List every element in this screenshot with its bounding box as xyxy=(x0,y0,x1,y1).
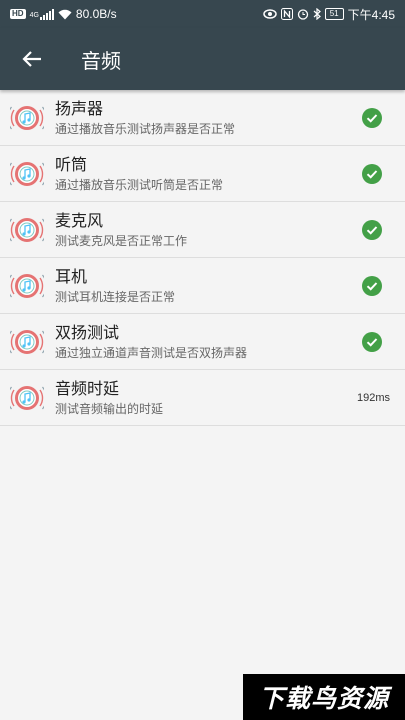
list-item[interactable]: 听筒通过播放音乐测试听筒是否正常 xyxy=(0,146,405,202)
speaker-music-icon xyxy=(7,269,47,303)
network-speed: 80.0B/s xyxy=(75,7,117,21)
list-item[interactable]: 麦克风测试麦克风是否正常工作 xyxy=(0,202,405,258)
eye-icon xyxy=(262,9,277,19)
clock: 下午4:45 xyxy=(347,7,395,22)
list-item-title: 扬声器 xyxy=(55,99,104,118)
list-item-subtitle: 通过独立通道声音测试是否双扬声器 xyxy=(55,346,248,360)
list-item-text: 听筒通过播放音乐测试听筒是否正常 xyxy=(55,154,362,193)
arrow-left-icon xyxy=(22,51,41,67)
list-item-title: 听筒 xyxy=(55,155,88,174)
hd-badge: HD xyxy=(10,9,26,19)
list-item-subtitle: 测试音频输出的时延 xyxy=(55,402,164,416)
list-item-text: 双扬测试通过独立通道声音测试是否双扬声器 xyxy=(55,322,362,361)
nfc-icon xyxy=(280,8,293,20)
alarm-icon xyxy=(297,9,308,20)
audio-test-list: 扬声器通过播放音乐测试扬声器是否正常 听筒通过播放音乐测试听筒是否正常 麦克风测… xyxy=(0,90,405,426)
check-icon xyxy=(362,275,382,296)
speaker-music-icon xyxy=(7,157,47,191)
list-item-subtitle: 通过播放音乐测试听筒是否正常 xyxy=(55,178,224,192)
back-button[interactable] xyxy=(0,28,64,90)
check-icon xyxy=(362,107,382,128)
list-item-subtitle: 测试麦克风是否正常工作 xyxy=(55,234,188,248)
bluetooth-icon xyxy=(313,8,321,20)
list-item-subtitle: 测试耳机连接是否正常 xyxy=(55,290,176,304)
speaker-music-icon xyxy=(7,325,47,359)
list-item-title: 耳机 xyxy=(55,267,88,286)
check-icon xyxy=(362,163,382,184)
check-icon xyxy=(362,331,382,352)
list-item[interactable]: 扬声器通过播放音乐测试扬声器是否正常 xyxy=(0,90,405,146)
speaker-music-icon xyxy=(7,381,47,415)
list-item-text: 音频时延测试音频输出的时延 xyxy=(55,378,357,417)
status-bar: HD 4G 80.0B/s 51 下午4:45 xyxy=(0,0,405,28)
page-title: 音频 xyxy=(81,48,121,73)
signal-icon xyxy=(39,8,54,20)
list-item[interactable]: 双扬测试通过独立通道声音测试是否双扬声器 xyxy=(0,314,405,370)
list-item-title: 双扬测试 xyxy=(55,323,120,342)
list-item-title: 音频时延 xyxy=(55,379,120,398)
list-item-text: 扬声器通过播放音乐测试扬声器是否正常 xyxy=(55,98,362,137)
list-item[interactable]: 音频时延 测试音频输出的时延 192ms xyxy=(0,370,405,426)
latency-value: 192ms xyxy=(356,391,390,404)
speaker-music-icon xyxy=(7,101,47,135)
speaker-music-icon xyxy=(7,213,47,247)
battery-icon: 51 xyxy=(324,8,344,20)
list-item-subtitle: 通过播放音乐测试扬声器是否正常 xyxy=(55,122,236,136)
watermark: 下载鸟资源 xyxy=(243,674,405,720)
list-item-text: 耳机测试耳机连接是否正常 xyxy=(55,266,362,305)
network-type: 4G xyxy=(29,12,39,19)
list-item-title: 麦克风 xyxy=(55,211,104,230)
list-item-text: 麦克风测试麦克风是否正常工作 xyxy=(55,210,362,249)
toolbar: 音频 xyxy=(0,28,405,90)
wifi-icon xyxy=(58,9,72,19)
check-icon xyxy=(362,219,382,240)
list-item[interactable]: 耳机测试耳机连接是否正常 xyxy=(0,258,405,314)
